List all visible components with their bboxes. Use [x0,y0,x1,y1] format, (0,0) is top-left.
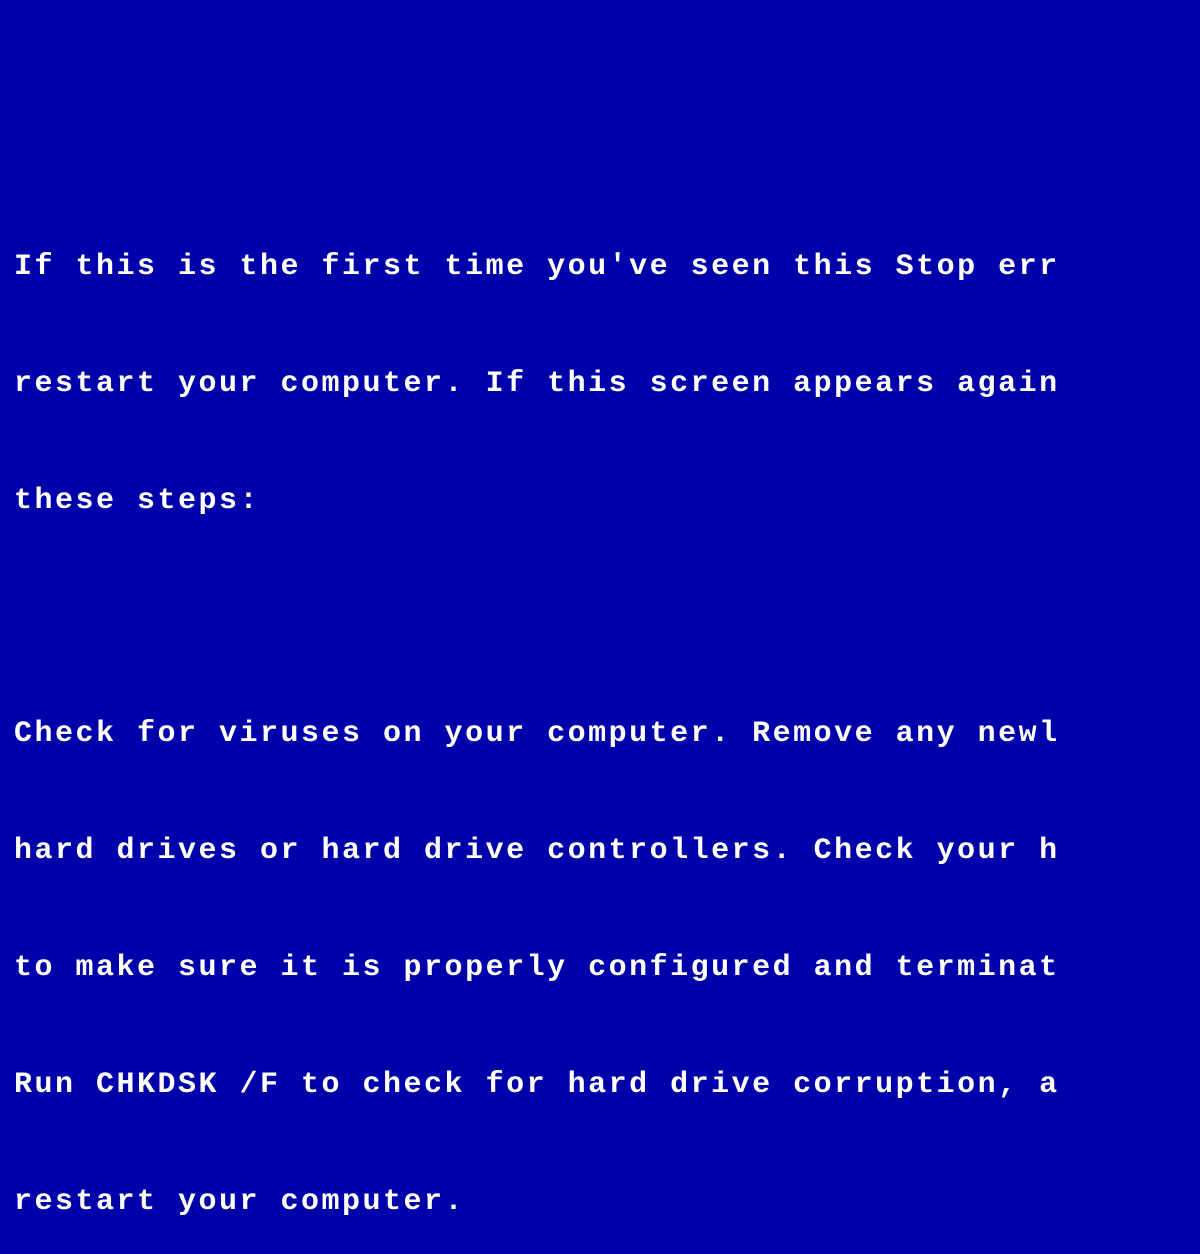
bsod-steps-line-4: Run CHKDSK /F to check for hard drive co… [14,1066,1180,1105]
bsod-steps-line-3: to make sure it is properly configured a… [14,949,1180,988]
bsod-steps-line-1: Check for viruses on your computer. Remo… [14,715,1180,754]
blank-line [14,599,1180,637]
bsod-error-screen: If this is the first time you've seen th… [14,170,1180,769]
bsod-steps-line-2: hard drives or hard drive controllers. C… [14,832,1180,871]
bsod-instruction-line-1: If this is the first time you've seen th… [14,248,1180,287]
bsod-instruction-line-3: these steps: [14,482,1180,521]
bsod-steps-line-5: restart your computer. [14,1183,1180,1222]
bsod-instruction-line-2: restart your computer. If this screen ap… [14,365,1180,404]
